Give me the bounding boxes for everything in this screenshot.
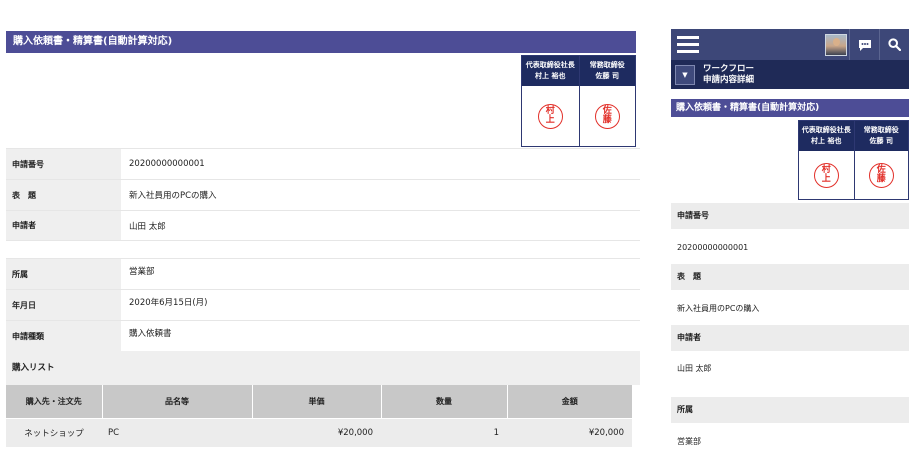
approver-role: 代表取締役社長 [525,61,575,69]
mobile-value-application-no: 20200000000001 [677,243,749,252]
approver-president: 代表取締役社長 村上 裕也 村 上 [799,121,854,199]
approver-director: 常務取締役 佐藤 司 佐 藤 [578,56,635,146]
approver-role: 代表取締役社長 [801,126,851,134]
applicant-value: 山田 太郎 [129,221,166,232]
approver-name: 村上 裕也 [535,72,566,80]
col-amount: 金額 [506,385,632,418]
approver-name: 佐藤 司 [595,72,619,80]
page-title: 申請内容詳細 [703,74,755,85]
mobile-header [671,29,909,60]
chat-icon[interactable] [849,29,879,60]
avatar[interactable] [825,33,847,56]
row-application-no: 申請番号 20200000000001 [6,148,640,179]
search-icon[interactable] [879,29,909,60]
approver-role: 常務取締役 [589,61,625,69]
approver-director: 常務取締役 佐藤 司 佐 藤 [853,121,908,199]
mobile-view: ▼ ワークフロー 申請内容詳細 購入依頼書・精算書(自動計算対応) 代表取締役社… [671,29,909,473]
row-subject: 表 題 新入社員用のPCの購入 [6,179,640,210]
approver-president: 代表取締役社長 村上 裕也 村 上 [522,56,579,146]
approver-role: 常務取締役 [863,126,899,134]
table-row: ネットショップ PC ¥20,000 1 ¥20,000 [6,417,632,447]
approval-stamp-table: 代表取締役社長 村上 裕也 村 上 常務取締役 佐藤 司 佐 藤 [798,120,909,200]
mobile-label-subject: 表 題 [671,264,909,290]
mobile-label-applicant: 申請者 [671,325,909,351]
purchase-list-heading: 購入リスト [6,351,640,385]
approver-name: 佐藤 司 [869,137,893,145]
row-applicant: 申請者 山田 太郎 [6,210,640,241]
seal-stamp-icon: 村 上 [537,103,563,129]
subject-value: 新入社員用のPCの購入 [129,191,217,201]
row-date: 年月日 2020年6月15日(月) [6,289,640,320]
breadcrumb: ▼ ワークフロー 申請内容詳細 [671,60,909,89]
seal-stamp-icon: 佐 藤 [868,162,894,188]
mobile-label-department: 所属 [671,397,909,423]
form-title-bar: 購入依頼書・精算書(自動計算対応) [6,31,636,53]
desktop-form: 購入依頼書・精算書(自動計算対応) 代表取締役社長 村上 裕也 村 上 常務取締… [6,31,640,447]
approval-stamp-table: 代表取締役社長 村上 裕也 村 上 常務取締役 佐藤 司 佐 藤 [521,55,636,147]
mobile-value-applicant: 山田 太郎 [677,364,712,373]
col-item: 品名等 [101,385,252,418]
approver-name: 村上 裕也 [811,137,842,145]
mobile-value-subject: 新入社員用のPCの購入 [677,304,760,313]
seal-stamp-icon: 佐 藤 [594,103,620,129]
purchase-list-table: 購入先・注文先 品名等 単価 数量 金額 ネットショップ PC ¥20,000 … [6,385,632,447]
col-unit-price: 単価 [251,385,381,418]
department-value: 営業部 [129,267,155,277]
col-vendor: 購入先・注文先 [6,385,102,418]
chevron-down-icon[interactable]: ▼ [675,64,695,85]
mobile-value-department: 営業部 [677,437,701,446]
breadcrumb-parent[interactable]: ワークフロー [703,64,754,75]
col-quantity: 数量 [380,385,507,418]
mobile-label-application-no: 申請番号 [671,203,909,229]
date-value: 2020年6月15日(月) [129,298,208,308]
seal-stamp-icon: 村 上 [813,162,839,188]
hamburger-menu-icon[interactable] [677,36,699,53]
mobile-form-title: 購入依頼書・精算書(自動計算対応) [671,99,909,117]
row-request-type: 申請種類 購入依頼書 [6,320,640,351]
application-no-value: 20200000000001 [129,159,205,169]
row-department: 所属 営業部 [6,258,640,289]
request-type-value: 購入依頼書 [129,329,172,339]
